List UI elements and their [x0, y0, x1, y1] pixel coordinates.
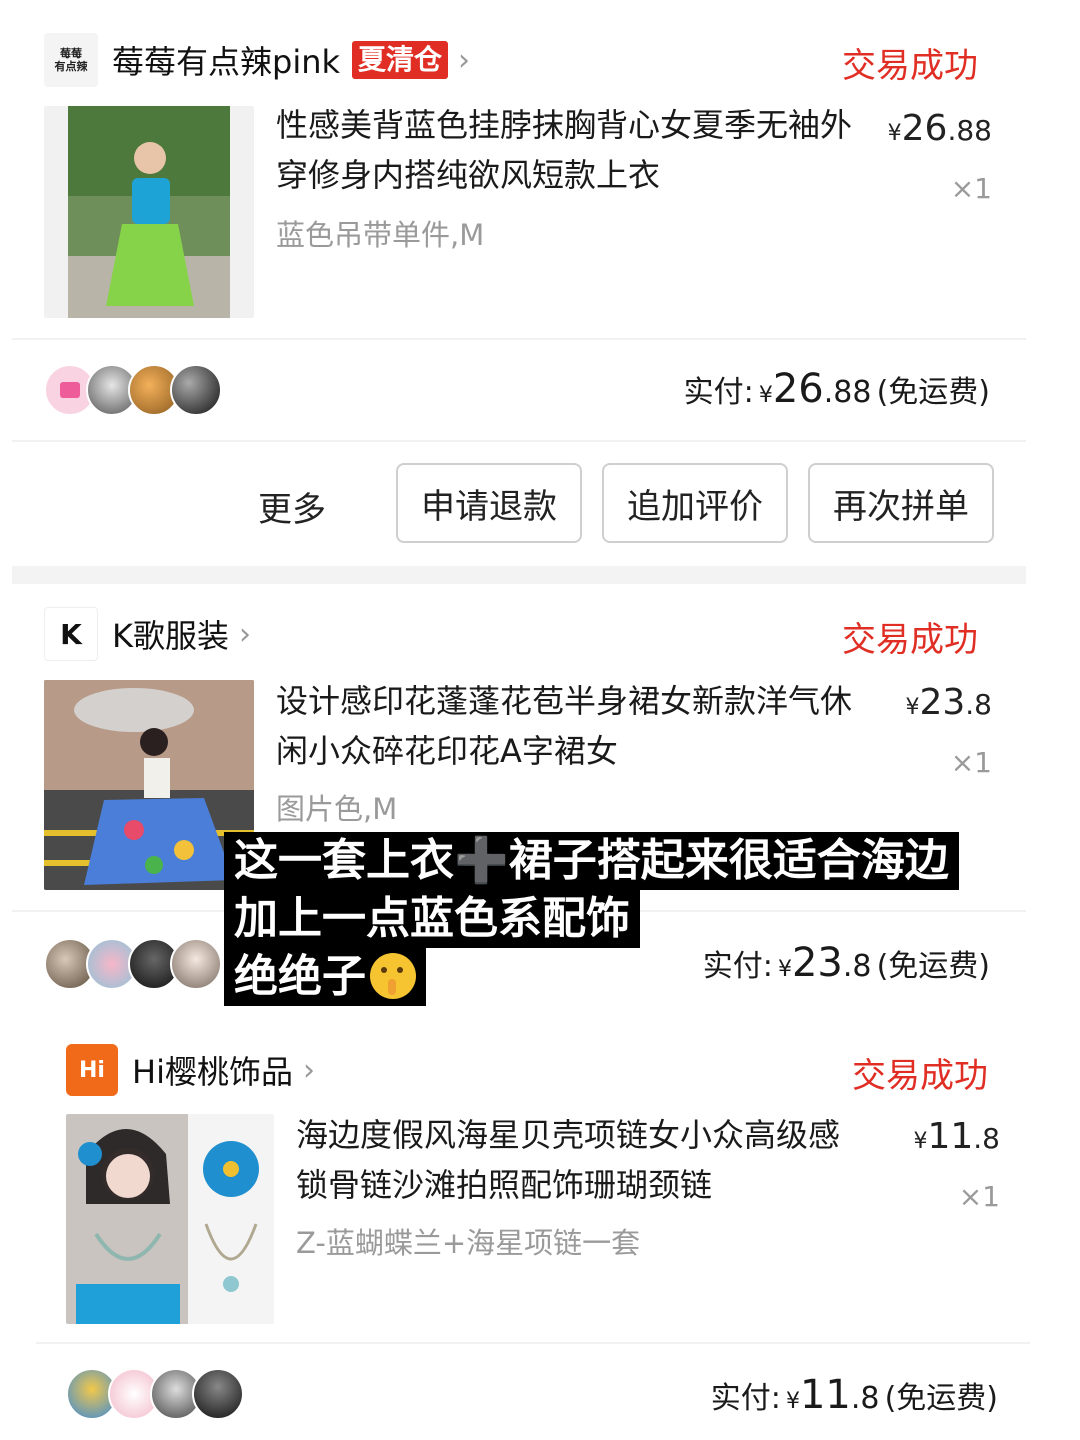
section-separator — [12, 566, 1026, 584]
order-status: 交易成功 — [842, 46, 978, 86]
product-image[interactable] — [44, 106, 254, 318]
caption-line-2: 加上一点蓝色系配饰 — [224, 890, 640, 948]
product-title[interactable]: 海边度假风海星贝壳项链女小众高级感锁骨链沙滩拍照配饰珊瑚颈链 — [296, 1110, 866, 1210]
product-price: ¥26.88 — [887, 108, 992, 149]
shop-logo: 莓莓 有点辣 — [44, 33, 98, 87]
product-image[interactable] — [44, 680, 254, 890]
buyer-avatars[interactable] — [66, 1368, 244, 1420]
chevron-right-icon: › — [239, 616, 251, 652]
product-photo-skirt — [44, 680, 254, 890]
request-refund-button[interactable]: 申请退款 — [396, 463, 582, 543]
caption-line-3: 绝绝子 — [224, 948, 426, 1006]
product-photo-top — [68, 106, 230, 318]
order-status: 交易成功 — [852, 1056, 988, 1096]
product-sku: 图片色,M — [276, 792, 398, 826]
product-sku: Z-蓝蝴蝶兰+海星项链一套 — [296, 1226, 641, 1260]
chevron-right-icon: › — [458, 42, 471, 78]
buyer-avatars[interactable] — [44, 938, 222, 990]
add-review-button[interactable]: 追加评价 — [602, 463, 788, 543]
product-quantity: ×1 — [950, 172, 992, 205]
product-price: ¥23.8 — [905, 682, 992, 723]
product-sku: 蓝色吊带单件,M — [276, 218, 485, 252]
shushing-face-icon — [370, 953, 416, 999]
amount-paid: 实付: ¥11.8 (免运费) — [710, 1372, 998, 1418]
product-quantity: ×1 — [950, 746, 992, 779]
shop-header[interactable]: K K歌服装 › — [44, 604, 251, 664]
product-title[interactable]: 性感美背蓝色挂脖抹胸背心女夏季无袖外穿修身内搭纯欲风短款上衣 — [276, 100, 856, 200]
product-quantity: ×1 — [958, 1180, 1000, 1213]
divider — [12, 338, 1026, 340]
product-photo-necklace — [66, 1114, 274, 1324]
caption-overlay: 这一套上衣➕裙子搭起来很适合海边 加上一点蓝色系配饰 绝绝子 — [224, 832, 959, 1006]
shop-logo: Hi — [66, 1044, 118, 1096]
shop-logo: K — [44, 607, 98, 661]
caption-line-1: 这一套上衣➕裙子搭起来很适合海边 — [224, 832, 959, 890]
shop-name: K歌服装 — [112, 617, 229, 655]
shop-header[interactable]: 莓莓 有点辣 莓莓有点辣pink 夏清仓 › — [44, 30, 470, 90]
product-price: ¥11.8 — [913, 1116, 1000, 1157]
order-status: 交易成功 — [842, 620, 978, 660]
clearance-tag: 夏清仓 — [352, 41, 449, 79]
rebuy-button[interactable]: 再次拼单 — [808, 463, 994, 543]
shop-name: Hi樱桃饰品 — [132, 1053, 293, 1091]
more-button[interactable]: 更多 — [258, 482, 326, 531]
buyer-avatars[interactable] — [44, 364, 222, 416]
shop-name: 莓莓有点辣pink — [112, 43, 341, 81]
product-title[interactable]: 设计感印花蓬蓬花苞半身裙女新款洋气休闲小众碎花印花A字裙女 — [276, 676, 856, 776]
avatar — [170, 364, 222, 416]
avatar — [192, 1368, 244, 1420]
shop-header[interactable]: Hi Hi樱桃饰品 › — [66, 1040, 315, 1100]
product-image[interactable] — [66, 1114, 274, 1324]
divider — [12, 440, 1026, 442]
divider — [36, 1342, 1030, 1344]
amount-paid: 实付: ¥26.88 (免运费) — [683, 366, 990, 412]
chevron-right-icon: › — [302, 1052, 315, 1088]
avatar — [170, 938, 222, 990]
